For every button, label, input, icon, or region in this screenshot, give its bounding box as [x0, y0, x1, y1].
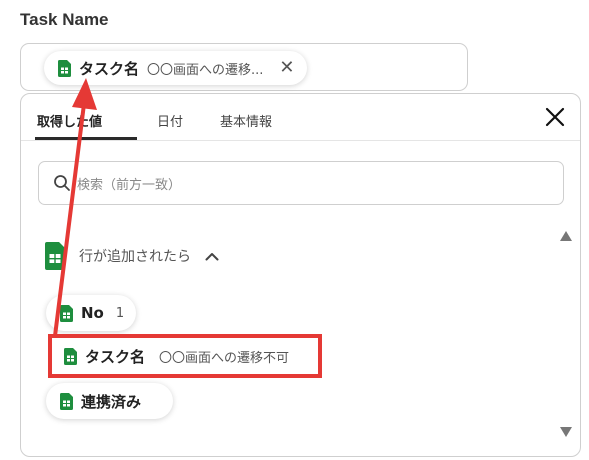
- scroll-up-arrow[interactable]: [559, 230, 573, 242]
- tab-acquired-values[interactable]: 取得した値: [37, 111, 102, 130]
- google-sheets-icon: [60, 392, 73, 410]
- close-icon[interactable]: [544, 106, 566, 128]
- remove-chip-icon[interactable]: ✕: [279, 59, 294, 77]
- trigger-label: 行が追加されたら: [79, 249, 191, 265]
- chip-value: 〇〇画面への遷移...: [147, 62, 264, 78]
- trigger-group-header[interactable]: 行が追加されたら: [45, 242, 219, 270]
- field-label: Task Name: [20, 10, 109, 29]
- value-item-linked[interactable]: 連携済み: [46, 383, 174, 419]
- search-input[interactable]: 検索（前方一致）: [38, 161, 564, 205]
- search-icon: [54, 175, 70, 191]
- selected-value-chip[interactable]: タスク名 〇〇画面への遷移... ✕: [44, 51, 307, 85]
- tab-basic-info[interactable]: 基本情報: [220, 111, 272, 130]
- value-item-no[interactable]: No 1: [46, 295, 137, 331]
- highlight-box: [48, 334, 322, 378]
- google-sheets-icon: [60, 304, 73, 322]
- google-sheets-icon: [58, 59, 71, 77]
- chevron-up-icon[interactable]: [205, 252, 219, 261]
- tab-bar: 取得した値 日付 基本情報: [21, 94, 580, 141]
- tab-date[interactable]: 日付: [157, 111, 183, 130]
- scroll-down-arrow[interactable]: [559, 426, 573, 438]
- item-name: No: [81, 304, 104, 322]
- google-sheets-icon: [45, 242, 65, 270]
- active-tab-indicator: [35, 137, 137, 140]
- item-name: 連携済み: [81, 392, 142, 411]
- chip-name: タスク名: [79, 59, 140, 78]
- search-placeholder: 検索（前方一致）: [77, 177, 182, 193]
- item-value: 1: [115, 305, 125, 321]
